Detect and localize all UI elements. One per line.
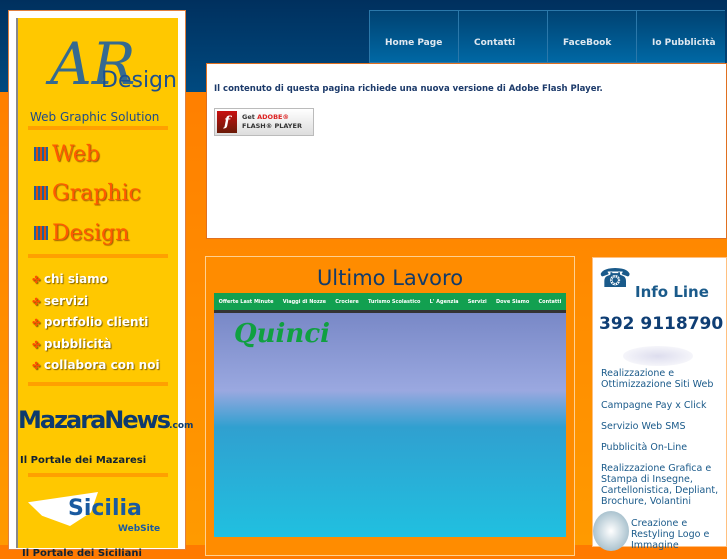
- get-flash-button[interactable]: f Get ADOBE® FLASH® PLAYER: [214, 108, 314, 136]
- nav-home[interactable]: Home Page: [369, 10, 458, 63]
- ultimo-title: Ultimo Lavoro: [316, 266, 464, 290]
- mazaranews-logo: MazaraNews: [18, 406, 171, 434]
- quinci-brand: Quinci: [234, 319, 331, 349]
- shot-nav-item: Dove Siamo: [495, 298, 530, 305]
- tagline: Web Graphic Solution: [30, 110, 160, 124]
- flash-panel: Il contenuto di questa pagina richiede u…: [206, 63, 727, 239]
- shot-nav-item: Contatti: [538, 298, 562, 305]
- phone-icon: ☎: [599, 264, 632, 294]
- graphic-heading: Graphic: [34, 181, 141, 206]
- nav-contatti[interactable]: Contatti: [458, 10, 547, 63]
- menu-chi-siamo[interactable]: chi siamo: [32, 272, 160, 294]
- shot-nav-item: Crociere: [335, 298, 359, 305]
- info-line-panel: ☎ Info Line 392 9118790 Realizzazione e …: [592, 257, 727, 551]
- service-link[interactable]: Creazione e Restyling Logo e Immagine: [631, 518, 726, 551]
- player-label: FLASH® PLAYER: [242, 122, 302, 130]
- menu-collabora[interactable]: collabora con noi: [32, 358, 160, 380]
- shot-nav-item: Viaggi di Nozze: [282, 298, 327, 305]
- service-link[interactable]: Pubblicità On-Line: [601, 442, 726, 453]
- adobe-label: ADOBE®: [257, 113, 289, 121]
- get-label: Get: [242, 113, 255, 121]
- menu-portfolio[interactable]: portfolio clienti: [32, 315, 160, 337]
- divider: [28, 126, 168, 130]
- globe-icon: [593, 511, 629, 551]
- web-heading: Web: [34, 142, 100, 167]
- divider: [28, 254, 168, 258]
- sicilia-banner[interactable]: Sicilia WebSite: [28, 488, 168, 538]
- divider: [28, 382, 168, 386]
- mazaranews-tagline: Il Portale dei Mazaresi: [20, 455, 147, 466]
- menu-servizi[interactable]: servizi: [32, 294, 160, 316]
- service-link[interactable]: Servizio Web SMS: [601, 421, 726, 432]
- service-link[interactable]: Realizzazione Grafica e Stampa di Insegn…: [601, 463, 726, 507]
- shot-nav-item: Offerte Last Minute: [218, 298, 274, 305]
- logo-design: Design: [101, 68, 177, 93]
- left-sidebar: AR Design Web Graphic Solution Web Graphi…: [8, 10, 193, 559]
- shot-nav-item: Turismo Scolastico: [367, 298, 421, 305]
- sicilia-sub: WebSite: [118, 524, 161, 534]
- service-link[interactable]: Campagne Pay x Click: [601, 400, 726, 411]
- nav-pubblicita[interactable]: Io Pubblicità: [636, 10, 725, 63]
- menu-pubblicita[interactable]: pubblicità: [32, 337, 160, 359]
- logo[interactable]: AR Design: [48, 30, 177, 110]
- ultimo-lavoro-panel: Ultimo Lavoro Offerte Last Minute Viaggi…: [205, 256, 575, 556]
- flash-icon: f: [217, 111, 237, 133]
- shot-nav-item: L' Agenzia: [429, 298, 459, 305]
- design-heading: Design: [34, 221, 129, 246]
- info-line-title: Info Line: [635, 283, 709, 301]
- sicilia-tagline: Il Portale dei Siciliani: [22, 548, 142, 559]
- eyes-image: [623, 346, 693, 366]
- top-nav: Home Page Contatti FaceBook Io Pubblicit…: [369, 10, 725, 63]
- mazaranews-com: .com: [169, 421, 194, 431]
- mazaranews-banner[interactable]: MazaraNews.com: [18, 406, 193, 434]
- flash-message: Il contenuto di questa pagina richiede u…: [214, 84, 603, 94]
- shot-nav-item: Servizi: [467, 298, 487, 305]
- service-link[interactable]: Realizzazione e Ottimizzazione Siti Web: [601, 368, 726, 390]
- phone-number: 392 9118790: [599, 314, 724, 334]
- side-menu: chi siamo servizi portfolio clienti pubb…: [32, 272, 160, 380]
- sicilia-logo: Sicilia: [68, 496, 142, 521]
- latest-work-screenshot[interactable]: Offerte Last Minute Viaggi di Nozze Croc…: [214, 293, 566, 537]
- divider: [28, 473, 168, 477]
- nav-facebook[interactable]: FaceBook: [547, 10, 636, 63]
- screenshot-nav: Offerte Last Minute Viaggi di Nozze Croc…: [214, 293, 566, 313]
